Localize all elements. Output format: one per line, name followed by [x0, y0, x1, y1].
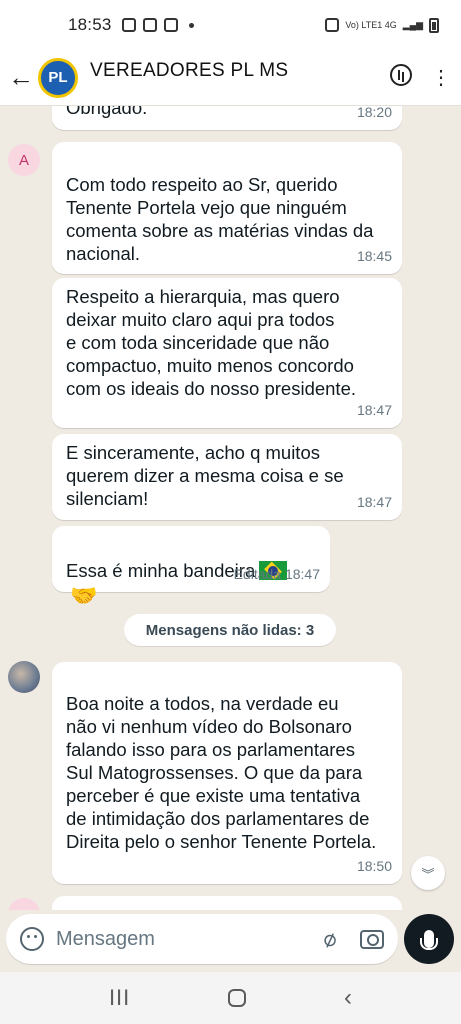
group-avatar[interactable]: PL: [38, 57, 78, 98]
message-input[interactable]: [56, 927, 323, 951]
sender-avatar[interactable]: [8, 898, 40, 910]
handshake-icon: 🤝: [70, 583, 98, 608]
scroll-to-bottom-button[interactable]: ︾: [411, 856, 445, 890]
message-time: 18:47: [356, 402, 392, 418]
camera-icon[interactable]: [360, 929, 384, 949]
chevron-down-icon: ︾: [421, 866, 435, 882]
message-text: E sinceramente, acho q muitos querem diz…: [66, 442, 344, 509]
message-bubble[interactable]: Com todo respeito ao Sr, querido Tenente…: [52, 142, 402, 274]
message-bubble[interactable]: Boa noite a todos, na verdade eu não vi …: [52, 662, 402, 884]
gallery-icon: [142, 18, 157, 32]
back-icon[interactable]: ‹: [344, 984, 352, 1012]
notification-dot-icon: [188, 22, 194, 28]
unread-messages-divider: Mensagens não lidas: 3: [124, 614, 336, 646]
network-label: Vo) LTE1 4G: [345, 20, 397, 30]
chat-title[interactable]: VEREADORES PL MS: [90, 60, 381, 82]
message-text: Obrigado.: [66, 106, 148, 118]
message-time: 18:20: [356, 106, 392, 120]
chat-header: ← PL VEREADORES PL MS ⋮: [0, 50, 461, 106]
back-arrow-icon[interactable]: ←: [6, 62, 36, 93]
home-icon[interactable]: [228, 989, 247, 1007]
message-bubble[interactable]: [52, 896, 402, 910]
voice-chat-button[interactable]: [381, 63, 421, 92]
message-time: 18:45: [356, 248, 392, 264]
message-time: 18:47: [356, 494, 392, 510]
message-bubble[interactable]: Obrigado. 18:20: [52, 106, 402, 130]
signal-icon: ▂▄▆: [402, 19, 423, 30]
sender-avatar[interactable]: [8, 661, 40, 693]
status-time: 18:53: [68, 15, 112, 34]
message-bubble[interactable]: E sinceramente, acho q muitos querem diz…: [52, 434, 402, 520]
audio-chat-icon: [390, 63, 412, 86]
message-list[interactable]: Obrigado. 18:20 A Com todo respeito ao S…: [0, 106, 461, 910]
message-text: Boa noite a todos, na verdade eu não vi …: [66, 693, 377, 852]
alarm-icon: [325, 18, 340, 32]
battery-icon: [429, 17, 439, 33]
microphone-icon: [420, 930, 438, 950]
message-text: Essa é minha bandeira: [66, 560, 256, 581]
message-time: 18:50: [356, 858, 392, 874]
message-bubble[interactable]: Respeito a hierarquia, mas quero deixar …: [52, 278, 402, 428]
message-bubble[interactable]: Essa é minha bandeira🤝 Editada 18:47: [52, 526, 330, 607]
voice-message-button[interactable]: [404, 914, 454, 964]
more-options-icon[interactable]: ⋮: [421, 65, 461, 90]
instagram-icon: [121, 18, 136, 32]
system-nav-bar: III ‹: [0, 972, 461, 1024]
youtube-icon: [163, 18, 178, 32]
sticker-icon[interactable]: [20, 927, 44, 951]
message-time: Editada 18:47: [233, 566, 320, 582]
sender-avatar[interactable]: A: [8, 144, 40, 176]
message-composer: ⌀: [6, 914, 398, 964]
message-text: Respeito a hierarquia, mas quero deixar …: [66, 286, 357, 399]
recent-apps-icon[interactable]: III: [109, 985, 130, 1011]
message-text: Com todo respeito ao Sr, querido Tenente…: [66, 174, 374, 264]
status-bar: 18:53 Vo) LTE1 4G ▂▄▆: [0, 0, 461, 50]
